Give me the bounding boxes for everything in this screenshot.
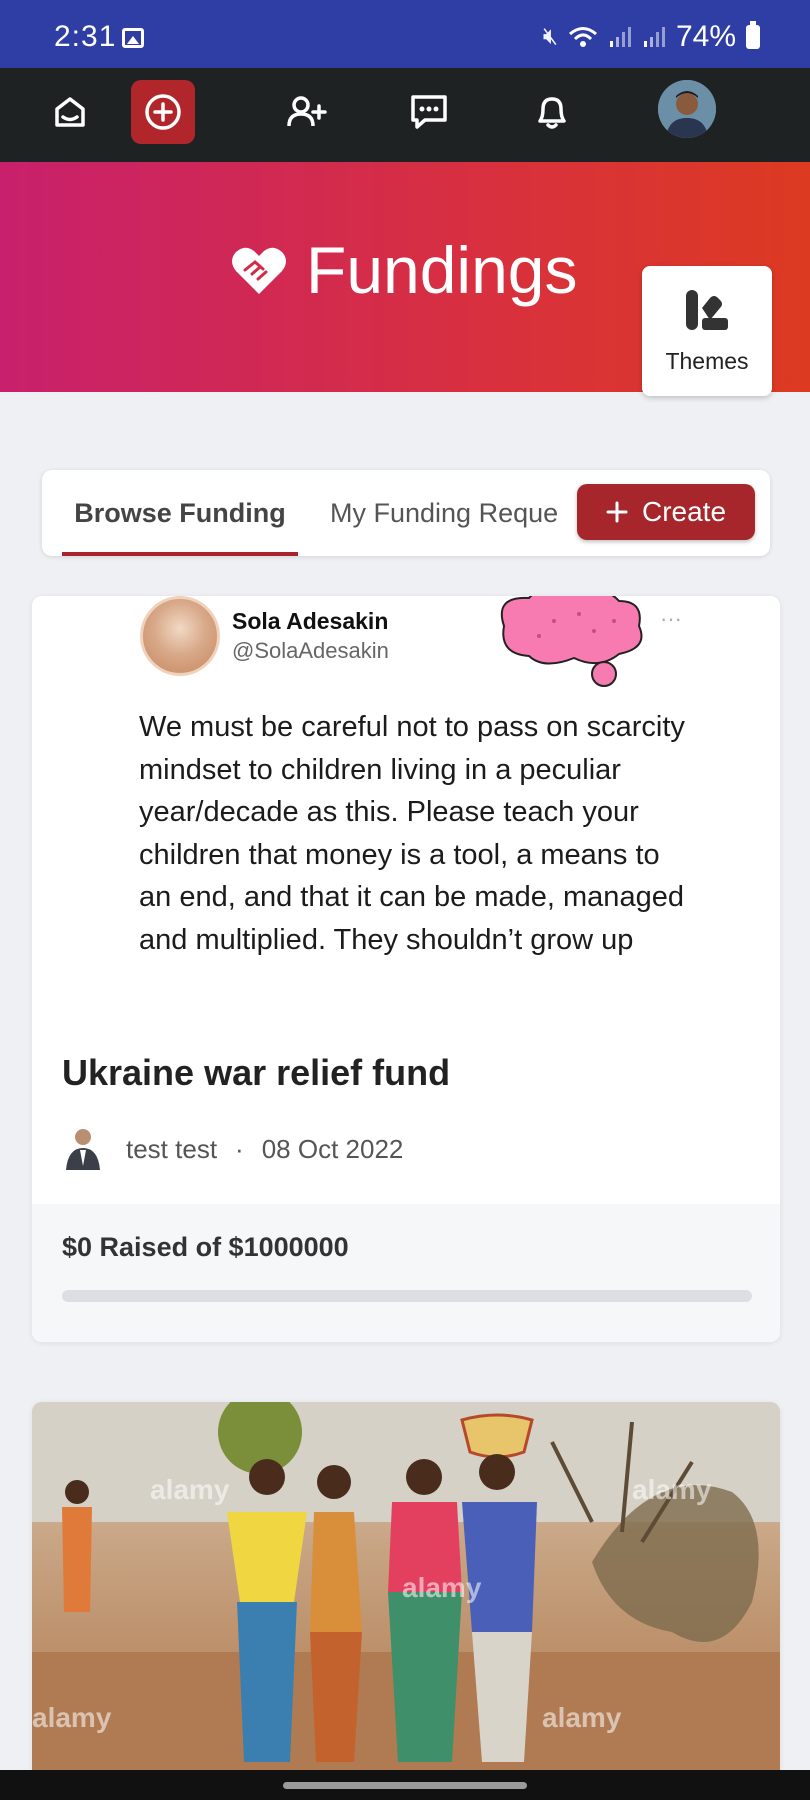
funding-date: 08 Oct 2022 xyxy=(261,1133,404,1164)
watermark: alamy xyxy=(542,1702,622,1733)
add-user-icon xyxy=(287,96,327,127)
funding-cover-image: alamy alamy alamy alamy alamy xyxy=(32,1402,780,1800)
tab-my-funding-requests[interactable]: My Funding Reque xyxy=(330,470,600,556)
add-user-button[interactable] xyxy=(275,80,339,144)
signal-icon xyxy=(609,27,631,47)
create-label: Create xyxy=(641,496,727,527)
status-bar: 2:31 🔇︎ 74% xyxy=(0,0,810,68)
plus-circle-icon xyxy=(145,94,181,130)
funding-cover-image: Sola Adesakin @SolaAdesakin ··· We must … xyxy=(32,596,780,1022)
status-time: 2:31 xyxy=(54,20,117,53)
battery-level: 74% xyxy=(675,20,736,53)
tweet-author-handle: @SolaAdesakin xyxy=(232,638,389,663)
profile-avatar[interactable] xyxy=(658,80,716,138)
battery-icon xyxy=(746,21,760,49)
page-title-text: Fundings xyxy=(306,233,578,307)
funding-title[interactable]: Ukraine war relief fund xyxy=(62,1052,450,1094)
signal-icon xyxy=(643,27,665,47)
funding-progress-bar xyxy=(62,1290,752,1302)
funding-tabs: Browse Funding My Funding Reque Create xyxy=(42,470,770,556)
home-gesture-handle[interactable] xyxy=(283,1782,527,1789)
fundings-banner: Fundings Themes xyxy=(0,162,810,396)
gallery-icon xyxy=(122,28,144,48)
themes-button[interactable]: Themes xyxy=(642,266,772,396)
heart-handshake-icon xyxy=(232,247,286,294)
palette-icon xyxy=(686,290,728,330)
watermark: alamy xyxy=(632,1474,712,1505)
bell-icon xyxy=(538,97,566,129)
funding-card[interactable]: Sola Adesakin @SolaAdesakin ··· We must … xyxy=(32,596,780,1342)
raised-text: $0 Raised of $1000000 xyxy=(62,1232,349,1262)
notifications-button[interactable] xyxy=(520,80,584,144)
create-funding-button[interactable]: Create xyxy=(577,484,755,540)
messages-button[interactable] xyxy=(397,80,461,144)
page-title: Fundings xyxy=(230,232,578,308)
watermark: alamy xyxy=(32,1702,112,1733)
funding-progress-section: $0 Raised of $1000000 xyxy=(32,1204,780,1342)
watermark: alamy xyxy=(150,1474,230,1505)
avatar-image xyxy=(658,80,716,138)
chat-icon xyxy=(411,95,447,129)
more-icon: ··· xyxy=(660,606,682,631)
author-name: test test xyxy=(126,1133,218,1164)
funding-card[interactable]: alamy alamy alamy alamy alamy xyxy=(32,1402,780,1800)
author-avatar xyxy=(66,1129,100,1170)
funding-meta: test test · 08 Oct 2022 xyxy=(62,1126,403,1172)
tab-browse-funding[interactable]: Browse Funding xyxy=(62,470,298,556)
wifi-icon xyxy=(568,27,597,47)
tweet-avatar xyxy=(140,596,220,676)
meta-separator: · xyxy=(235,1133,244,1164)
mute-icon: 🔇︎ xyxy=(542,23,558,50)
themes-label: Themes xyxy=(665,348,749,374)
thought-bubble-icon xyxy=(500,596,643,687)
watermark: alamy xyxy=(402,1572,482,1603)
status-icons: 🔇︎ 74% xyxy=(543,20,760,54)
top-nav xyxy=(0,68,810,162)
tweet-text: We must be careful not to pass on scarci… xyxy=(139,711,685,956)
navigation-gesture-bar xyxy=(0,1770,810,1800)
tweet-author-name: Sola Adesakin xyxy=(232,608,389,634)
create-post-button[interactable] xyxy=(131,80,195,144)
plus-icon xyxy=(606,501,628,523)
home-icon xyxy=(55,97,85,127)
home-button[interactable] xyxy=(38,80,102,144)
